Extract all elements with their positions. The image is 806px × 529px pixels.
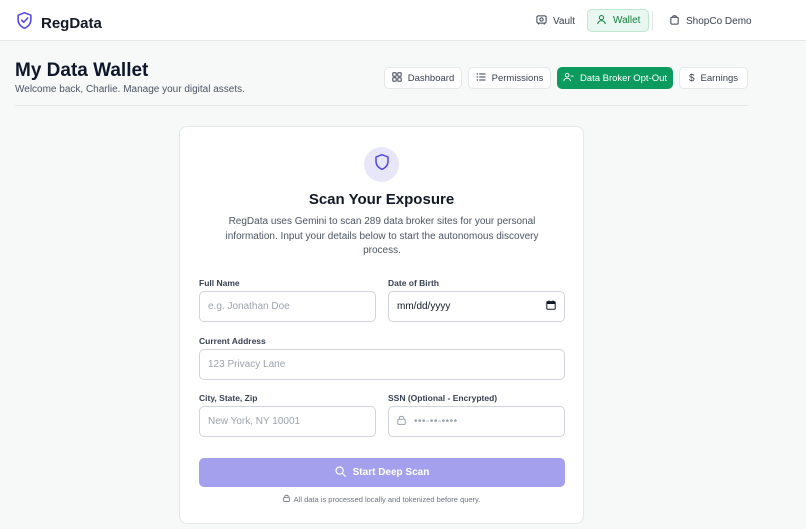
- city-placeholder: New York, NY 10001: [208, 416, 301, 427]
- full-name-label: Full Name: [199, 278, 240, 288]
- tab-dashboard[interactable]: Dashboard: [384, 67, 462, 89]
- tab-dashboard-label: Dashboard: [407, 72, 455, 84]
- nav-divider: [652, 11, 653, 31]
- header-divider: [15, 105, 748, 106]
- tab-permissions-label: Permissions: [491, 72, 544, 84]
- ssn-input[interactable]: •••-••-••••: [388, 406, 565, 437]
- nav-shopco-label: ShopCo Demo: [686, 15, 752, 27]
- nav-shopco-demo[interactable]: ShopCo Demo: [661, 9, 760, 33]
- city-label: City, State, Zip: [199, 393, 258, 403]
- scan-description: RegData uses Gemini to scan 289 data bro…: [225, 216, 539, 256]
- city-input[interactable]: New York, NY 10001: [199, 406, 376, 437]
- user-minus-icon: [563, 72, 574, 85]
- tab-data-broker-opt-out[interactable]: Data Broker Opt-Out: [557, 67, 673, 89]
- ssn-placeholder: •••-••-••••: [414, 416, 458, 427]
- ssn-label: SSN (Optional - Encrypted): [388, 393, 498, 403]
- shopping-bag-icon: [669, 14, 680, 28]
- dob-value: mm/dd/yyyy: [397, 301, 451, 312]
- shield-icon: [374, 153, 390, 176]
- top-navbar: RegData Vault Wallet ShopCo Demo: [0, 0, 806, 41]
- dollar-icon: $: [688, 72, 695, 84]
- dob-label: Date of Birth: [388, 278, 439, 288]
- tab-earnings-label: Earnings: [700, 72, 739, 84]
- page-title: My Data Wallet: [15, 60, 149, 81]
- nav-vault[interactable]: Vault: [528, 9, 583, 33]
- shield-badge: [364, 147, 399, 182]
- nav-wallet-label: Wallet: [613, 15, 641, 26]
- tab-data-broker-label: Data Broker Opt-Out: [579, 72, 668, 84]
- shield-logo-icon: [16, 11, 33, 35]
- address-placeholder: 123 Privacy Lane: [208, 359, 286, 370]
- address-label: Current Address: [199, 336, 266, 346]
- nav-wallet[interactable]: Wallet: [587, 9, 650, 32]
- user-icon: [596, 14, 607, 28]
- dob-input[interactable]: mm/dd/yyyy: [388, 291, 565, 322]
- search-icon: [335, 465, 346, 480]
- footnote-text: All data is processed locally and tokeni…: [293, 494, 481, 504]
- vault-icon: [536, 14, 547, 28]
- start-deep-scan-button[interactable]: Start Deep Scan: [199, 458, 565, 487]
- scan-card: Scan Your Exposure RegData uses Gemini t…: [179, 126, 584, 524]
- brand[interactable]: RegData: [16, 11, 102, 35]
- calendar-icon[interactable]: [546, 300, 556, 313]
- privacy-footnote: All data is processed locally and tokeni…: [180, 494, 583, 504]
- small-lock-icon: [282, 494, 290, 504]
- brand-name: RegData: [41, 14, 102, 32]
- full-name-placeholder: e.g. Jonathan Doe: [208, 301, 290, 312]
- start-deep-scan-label: Start Deep Scan: [352, 467, 430, 478]
- page-subtitle: Welcome back, Charlie. Manage your digit…: [15, 84, 245, 95]
- list-icon: [476, 72, 486, 85]
- address-input[interactable]: 123 Privacy Lane: [199, 349, 565, 380]
- full-name-input[interactable]: e.g. Jonathan Doe: [199, 291, 376, 322]
- nav-vault-label: Vault: [553, 15, 576, 27]
- lock-icon: [397, 415, 406, 428]
- tab-permissions[interactable]: Permissions: [468, 67, 551, 89]
- scan-title: Scan Your Exposure: [308, 191, 455, 208]
- tab-earnings[interactable]: $ Earnings: [679, 67, 748, 89]
- grid-icon: [392, 71, 402, 85]
